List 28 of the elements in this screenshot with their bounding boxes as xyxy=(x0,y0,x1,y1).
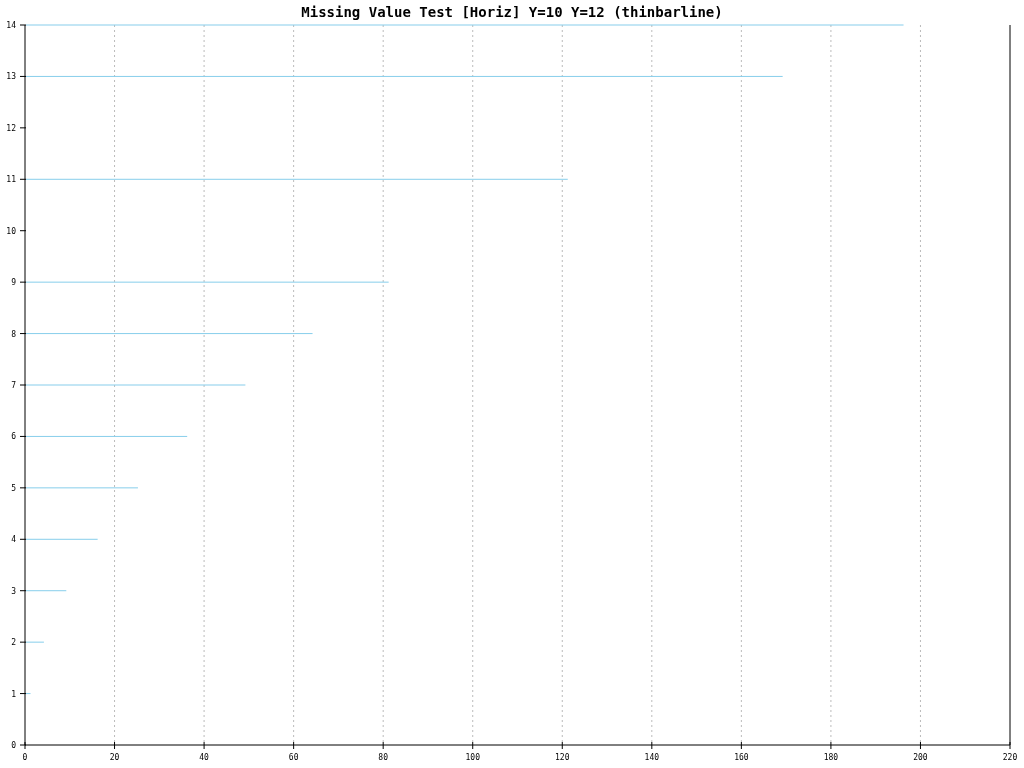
y-tick-label: 3 xyxy=(11,586,16,596)
y-tick-label: 5 xyxy=(11,483,16,493)
y-tick-label: 9 xyxy=(11,278,16,288)
y-tick-label: 6 xyxy=(11,432,16,442)
x-tick-label: 120 xyxy=(555,753,570,762)
x-tick-label: 200 xyxy=(913,753,928,762)
x-tick-label: 140 xyxy=(644,753,660,762)
x-tick-label: 20 xyxy=(109,753,120,762)
x-tick-label: 40 xyxy=(199,753,209,762)
chart-title: Missing Value Test [Horiz] Y=10 Y=12 (thinbarline) xyxy=(301,4,723,20)
y-tick-label: 14 xyxy=(6,21,16,30)
y-tick-label: 8 xyxy=(11,329,16,339)
x-tick-label: 80 xyxy=(378,753,388,762)
x-tick-label: 220 xyxy=(1002,753,1018,762)
y-tick-label: 2 xyxy=(11,638,16,648)
x-tick-label: 160 xyxy=(734,753,749,762)
x-tick-label: 100 xyxy=(465,753,480,762)
x-tick-label: 180 xyxy=(823,753,839,762)
x-tick-label: 60 xyxy=(288,753,299,762)
y-tick-label: 11 xyxy=(6,175,16,185)
y-tick-label: 12 xyxy=(6,123,16,133)
y-tick-label: 1 xyxy=(11,689,16,699)
y-tick-label: 7 xyxy=(11,381,16,390)
y-tick-label: 4 xyxy=(11,535,16,545)
y-tick-label: 13 xyxy=(6,72,16,82)
y-tick-label: 10 xyxy=(6,226,16,236)
x-tick-label: 0 xyxy=(22,753,28,762)
y-tick-label: 0 xyxy=(11,741,16,750)
